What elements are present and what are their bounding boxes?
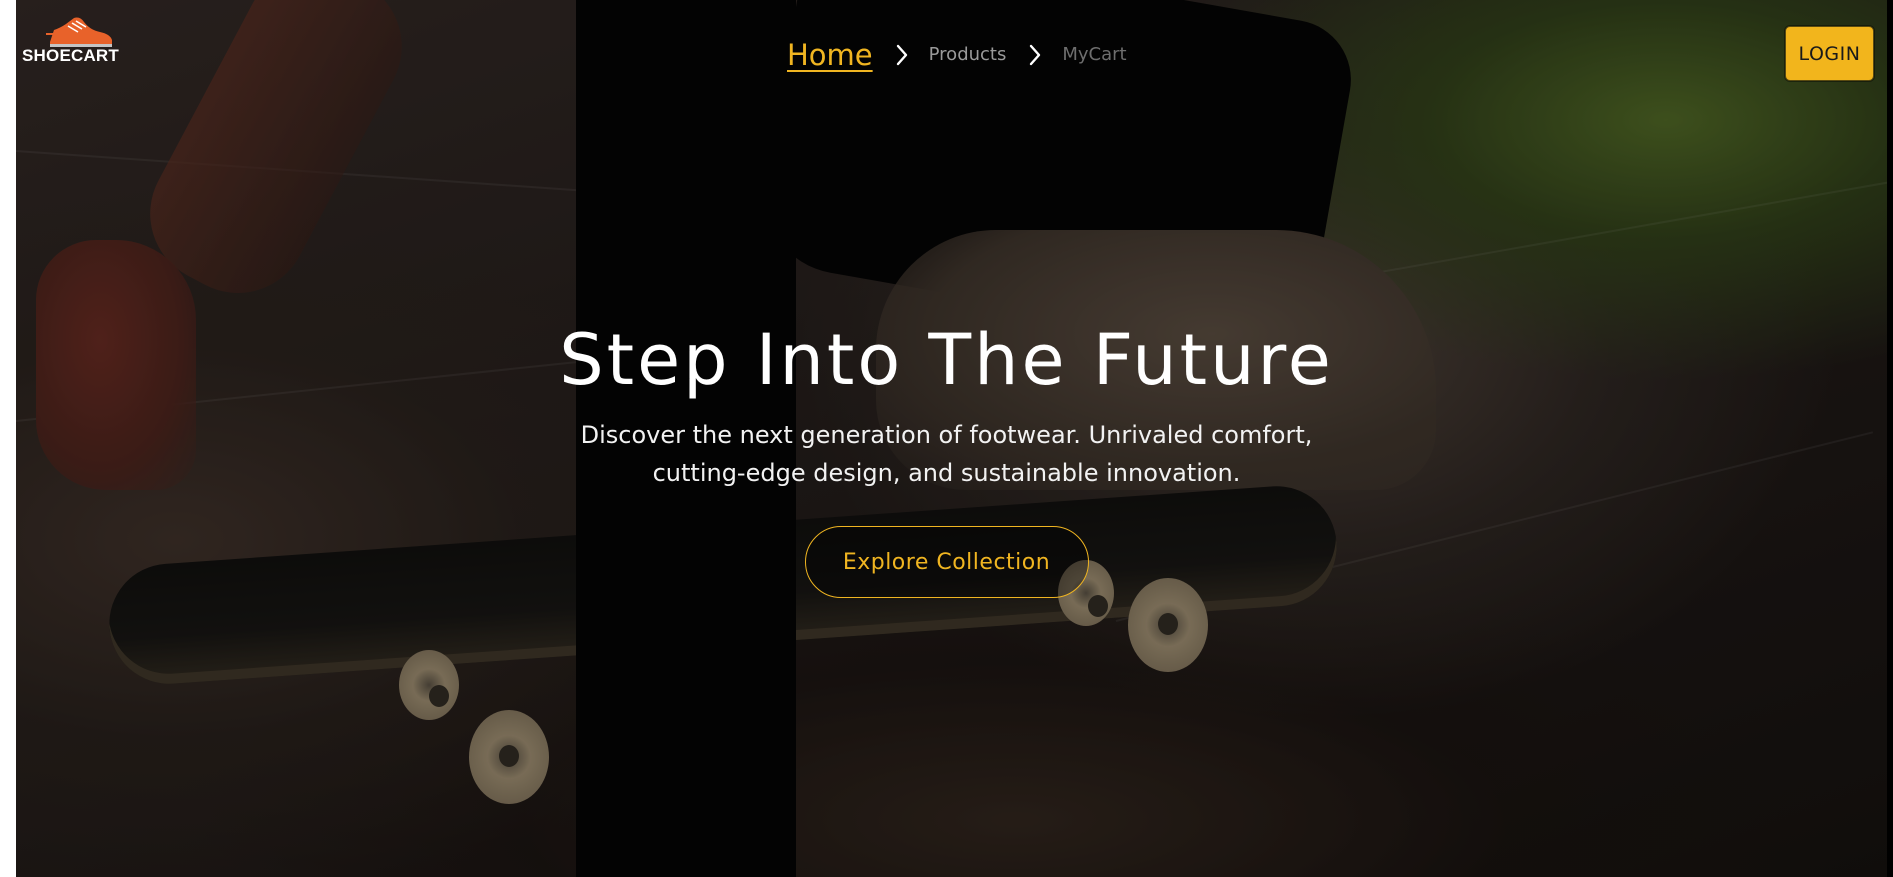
sneaker-icon — [46, 17, 112, 47]
breadcrumb: Home Products MyCart — [787, 30, 1127, 80]
login-button[interactable]: LOGIN — [1785, 26, 1874, 81]
explore-collection-button[interactable]: Explore Collection — [804, 526, 1089, 598]
breadcrumb-home[interactable]: Home — [787, 40, 873, 70]
chevron-right-icon — [1022, 42, 1048, 68]
brand-name: SHOECART — [22, 46, 119, 65]
chevron-right-icon — [889, 42, 915, 68]
hero-headline: Step Into The Future — [559, 319, 1334, 401]
hero-subtext: Discover the next generation of footwear… — [580, 421, 1313, 487]
breadcrumb-products[interactable]: Products — [929, 46, 1007, 64]
brand-logo[interactable]: SHOECART — [22, 12, 132, 68]
hero-content: Step Into The Future Discover the next g… — [0, 318, 1893, 598]
breadcrumb-mycart[interactable]: MyCart — [1062, 46, 1126, 64]
